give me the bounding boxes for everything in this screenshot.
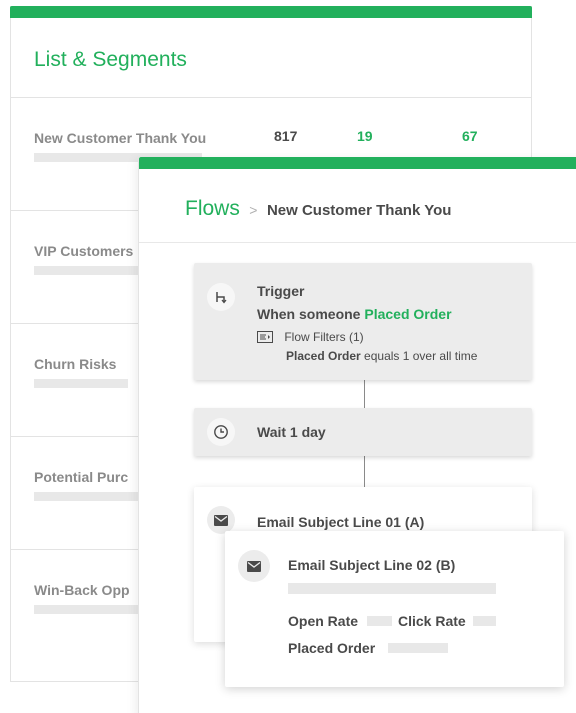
filter-icon (257, 331, 273, 346)
segment-placeholder-bar (34, 266, 138, 275)
click-rate-label: Click Rate (398, 613, 466, 629)
click-rate-placeholder (473, 616, 496, 626)
segments-title: List & Segments (34, 48, 187, 71)
segment-placeholder-bar (34, 492, 138, 501)
filter-metric: Placed Order (286, 349, 361, 363)
segment-label: Win-Back Opp (34, 582, 130, 598)
filter-condition: equals 1 over all time (364, 349, 478, 363)
split-icon (207, 283, 235, 311)
flow-connector (364, 456, 365, 487)
segment-placeholder-bar (34, 379, 128, 388)
flow-topbar (139, 157, 576, 169)
flow-header-divider (139, 242, 576, 243)
clock-icon (207, 418, 235, 446)
placed-order-label: Placed Order (288, 640, 376, 656)
filter-detail: Placed Order equals 1 over all time (286, 349, 477, 363)
flow-filters[interactable]: Flow Filters (1) (257, 330, 364, 346)
trigger-event[interactable]: Placed Order (364, 306, 451, 322)
segment-placeholder-bar (34, 605, 138, 614)
segments-topbar (10, 6, 532, 18)
mail-icon (238, 550, 270, 582)
breadcrumb: Flows > New Customer Thank You (185, 197, 451, 221)
breadcrumb-current: New Customer Thank You (266, 202, 452, 219)
wait-node[interactable]: Wait 1 day (194, 408, 532, 456)
breadcrumb-flows-link[interactable]: Flows (185, 197, 240, 220)
segment-label: VIP Customers (34, 243, 134, 259)
trigger-title: Trigger (257, 283, 305, 299)
open-rate-label: Open Rate (288, 613, 359, 629)
placed-order-placeholder (388, 643, 448, 653)
wait-title: Wait 1 day (257, 424, 326, 440)
segment-value-recipients: 817 (274, 128, 298, 144)
email-b-title: Email Subject Line 02 (B) (288, 557, 456, 573)
open-rate-placeholder (367, 616, 392, 626)
segment-value-2: 19 (357, 128, 373, 144)
email-b-node[interactable]: Email Subject Line 02 (B) Open Rate Clic… (225, 531, 564, 687)
flow-connector (364, 380, 365, 408)
subject-placeholder-bar (288, 583, 496, 594)
segment-label: Churn Risks (34, 356, 117, 372)
segment-label: New Customer Thank You (34, 130, 207, 146)
breadcrumb-separator: > (249, 202, 258, 218)
email-a-title: Email Subject Line 01 (A) (257, 514, 425, 530)
mail-icon (207, 506, 235, 534)
segment-label: Potential Purc (34, 469, 129, 485)
trigger-condition: When someone Placed Order (257, 306, 452, 322)
segment-value-3: 67 (462, 128, 478, 144)
trigger-when-prefix: When someone (257, 306, 361, 322)
trigger-node[interactable]: Trigger When someone Placed Order Flow F… (194, 263, 532, 380)
flow-filters-label: Flow Filters (1) (284, 330, 364, 344)
